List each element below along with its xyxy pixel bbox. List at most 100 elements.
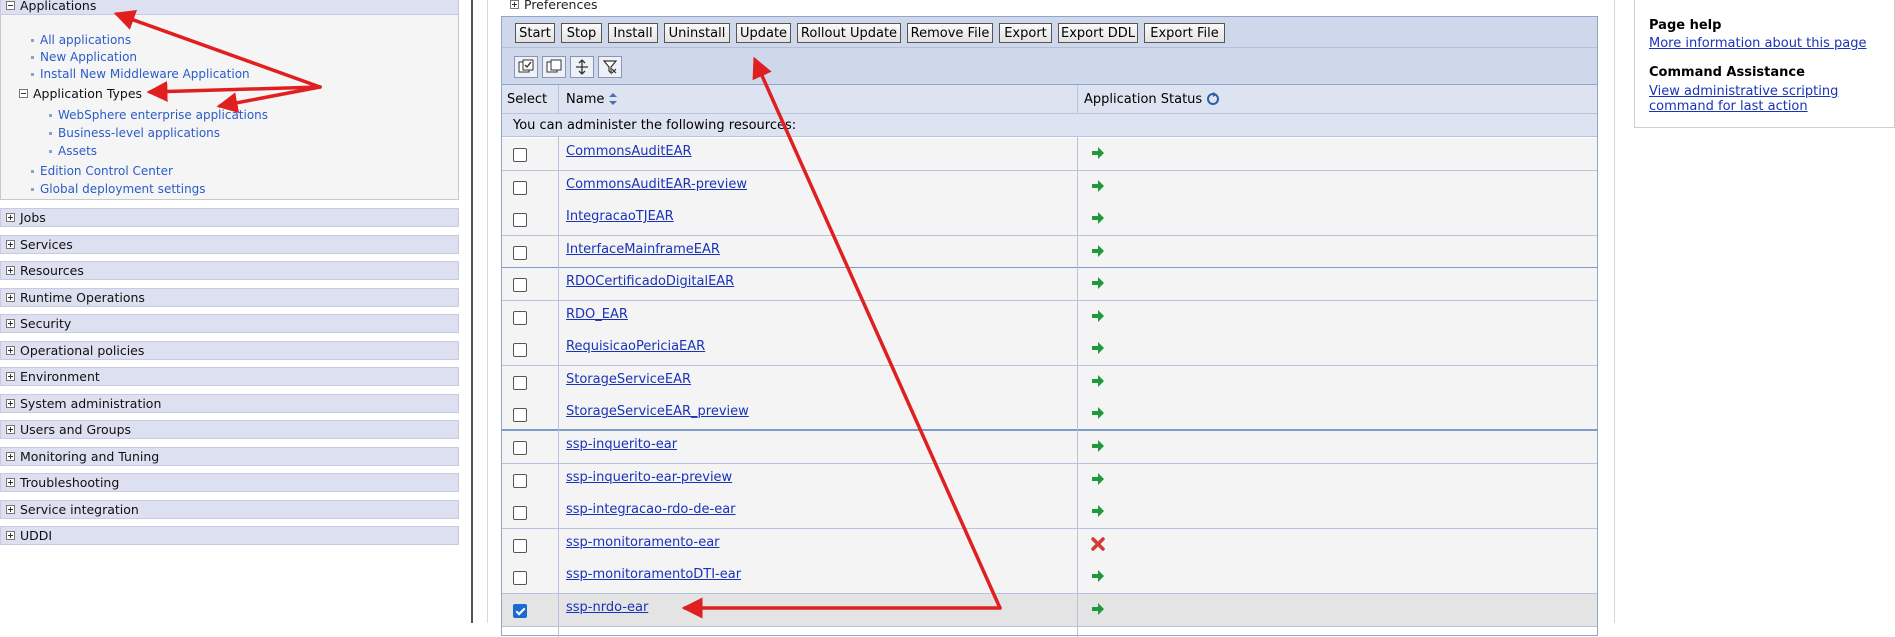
expand-icon[interactable] bbox=[6, 372, 15, 381]
table-row: RDO_EAR bbox=[502, 300, 1597, 334]
nav-item-business-level-apps[interactable]: Business-level applications bbox=[49, 126, 220, 140]
expand-icon[interactable] bbox=[510, 0, 519, 9]
expand-icon[interactable] bbox=[6, 266, 15, 275]
update-button[interactable]: Update bbox=[736, 23, 791, 43]
application-name-link[interactable]: ssp-monitoramento-ear bbox=[566, 535, 720, 550]
column-header-name[interactable]: Name bbox=[566, 85, 618, 113]
application-name-link[interactable]: RDO_EAR bbox=[566, 307, 628, 322]
nav-section-monitoring-and-tuning[interactable]: Monitoring and Tuning bbox=[0, 447, 459, 466]
nav-section-security[interactable]: Security bbox=[0, 314, 459, 333]
page-help-link[interactable]: More information about this page bbox=[1649, 36, 1889, 51]
export-file-button[interactable]: Export File bbox=[1144, 23, 1225, 43]
row-select-checkbox[interactable] bbox=[513, 375, 527, 390]
nav-section-jobs[interactable]: Jobs bbox=[0, 208, 459, 227]
navigation-tree: Applications All applications New Applic… bbox=[0, 0, 460, 623]
export-ddl-button[interactable]: Export DDL bbox=[1058, 23, 1138, 43]
nav-section-users-and-groups[interactable]: Users and Groups bbox=[0, 420, 459, 439]
collapse-icon[interactable] bbox=[6, 1, 15, 10]
application-name-link[interactable]: ssp-inquerito-ear-preview bbox=[566, 470, 732, 485]
row-select-checkbox[interactable] bbox=[513, 506, 527, 521]
application-name-link[interactable]: InterfaceMainframeEAR bbox=[566, 242, 720, 257]
nav-item-all-applications[interactable]: All applications bbox=[31, 33, 131, 47]
row-select-checkbox[interactable] bbox=[513, 213, 527, 228]
clear-filter-icon[interactable] bbox=[598, 56, 622, 78]
nav-section-environment[interactable]: Environment bbox=[0, 367, 459, 386]
export-button[interactable]: Export bbox=[999, 23, 1052, 43]
sort-icon[interactable] bbox=[608, 92, 618, 106]
row-select-checkbox[interactable] bbox=[513, 245, 527, 260]
row-select-checkbox[interactable] bbox=[513, 278, 527, 293]
started-status-icon bbox=[1092, 212, 1104, 225]
application-name-link[interactable]: CommonsAuditEAR bbox=[566, 144, 692, 159]
select-all-icon[interactable] bbox=[514, 56, 538, 78]
nav-section-runtime-operations[interactable]: Runtime Operations bbox=[0, 288, 459, 307]
expand-icon[interactable] bbox=[6, 346, 15, 355]
application-name-link[interactable]: ssp-monitoramentoDTI-ear bbox=[566, 567, 741, 582]
table-row: StorageServiceEAR bbox=[502, 365, 1597, 399]
row-select-checkbox[interactable] bbox=[513, 571, 527, 586]
nav-section-resources[interactable]: Resources bbox=[0, 261, 459, 280]
nav-item-global-deployment-settings[interactable]: Global deployment settings bbox=[31, 182, 206, 196]
application-name-link[interactable]: RequisicaoPericiaEAR bbox=[566, 339, 705, 354]
deselect-all-icon[interactable] bbox=[542, 56, 566, 78]
expand-icon[interactable] bbox=[6, 319, 15, 328]
rollout-update-button[interactable]: Rollout Update bbox=[797, 23, 901, 43]
help-panel: Page help More information about this pa… bbox=[1634, 0, 1895, 128]
row-select-checkbox[interactable] bbox=[513, 538, 527, 553]
expand-icon[interactable] bbox=[6, 478, 15, 487]
expand-icon[interactable] bbox=[6, 293, 15, 302]
application-name-link[interactable]: ssp-integracao-rdo-de-ear bbox=[566, 502, 736, 517]
expand-icon[interactable] bbox=[6, 213, 15, 222]
row-select-checkbox[interactable] bbox=[513, 343, 527, 358]
expand-icon[interactable] bbox=[6, 425, 15, 434]
install-button[interactable]: Install bbox=[608, 23, 658, 43]
start-button[interactable]: Start bbox=[515, 23, 555, 43]
row-select-checkbox[interactable] bbox=[513, 310, 527, 325]
collapse-icon[interactable] bbox=[19, 89, 28, 98]
remove-file-button[interactable]: Remove File bbox=[907, 23, 993, 43]
nav-item-assets[interactable]: Assets bbox=[49, 144, 97, 158]
expand-icon[interactable] bbox=[6, 240, 15, 249]
nav-section-services[interactable]: Services bbox=[0, 235, 459, 254]
expand-icon[interactable] bbox=[6, 531, 15, 540]
row-select-checkbox[interactable] bbox=[513, 473, 527, 488]
refresh-icon[interactable] bbox=[1206, 92, 1220, 106]
nav-section-applications[interactable]: Applications bbox=[0, 0, 459, 15]
scripting-command-link[interactable]: View administrative scripting command fo… bbox=[1649, 84, 1849, 114]
frame-divider[interactable] bbox=[471, 0, 473, 623]
table-row: ssp-monitoramento-ear bbox=[502, 528, 1597, 562]
row-select-checkbox[interactable] bbox=[513, 180, 527, 195]
stop-button[interactable]: Stop bbox=[561, 23, 602, 43]
application-name-link[interactable]: StorageServiceEAR_preview bbox=[566, 404, 749, 419]
nav-section-operational-policies[interactable]: Operational policies bbox=[0, 341, 459, 360]
application-name-link[interactable]: ssp-nrdo-ear bbox=[566, 600, 648, 615]
nav-group-application-types[interactable]: Application Types bbox=[19, 86, 142, 101]
nav-item-install-middleware[interactable]: Install New Middleware Application bbox=[31, 67, 250, 81]
started-status-icon bbox=[1092, 342, 1104, 355]
application-name-link[interactable]: RDOCertificadoDigitalEAR bbox=[566, 274, 734, 289]
nav-section-service-integration[interactable]: Service integration bbox=[0, 500, 459, 519]
expand-icon[interactable] bbox=[6, 505, 15, 514]
started-status-icon bbox=[1092, 244, 1104, 257]
nav-section-uddi[interactable]: UDDI bbox=[0, 526, 459, 545]
preferences-toggle[interactable]: Preferences bbox=[505, 0, 598, 12]
nav-section-troubleshooting[interactable]: Troubleshooting bbox=[0, 473, 459, 492]
expand-icon[interactable] bbox=[6, 399, 15, 408]
nav-item-new-application[interactable]: New Application bbox=[31, 50, 137, 64]
application-name-link[interactable]: StorageServiceEAR bbox=[566, 372, 691, 387]
nav-section-system-administration[interactable]: System administration bbox=[0, 394, 459, 413]
uninstall-button[interactable]: Uninstall bbox=[664, 23, 730, 43]
nav-item-edition-control-center[interactable]: Edition Control Center bbox=[31, 164, 173, 178]
row-select-checkbox[interactable] bbox=[513, 148, 527, 162]
row-select-checkbox[interactable] bbox=[513, 603, 527, 618]
expand-icon[interactable] bbox=[6, 452, 15, 461]
show-filter-icon[interactable] bbox=[570, 56, 594, 78]
nav-item-websphere-enterprise-apps[interactable]: WebSphere enterprise applications bbox=[49, 108, 268, 122]
row-select-checkbox[interactable] bbox=[513, 408, 527, 423]
application-name-link[interactable]: CommonsAuditEAR-preview bbox=[566, 177, 747, 192]
application-name-link[interactable]: ssp-inquerito-ear bbox=[566, 437, 677, 452]
application-name-link[interactable]: IntegracaoTJEAR bbox=[566, 209, 674, 224]
command-assistance-title: Command Assistance bbox=[1649, 65, 1805, 80]
row-select-checkbox[interactable] bbox=[513, 440, 527, 455]
table-row: ssp-monitoramentoDTI-ear bbox=[502, 561, 1597, 595]
